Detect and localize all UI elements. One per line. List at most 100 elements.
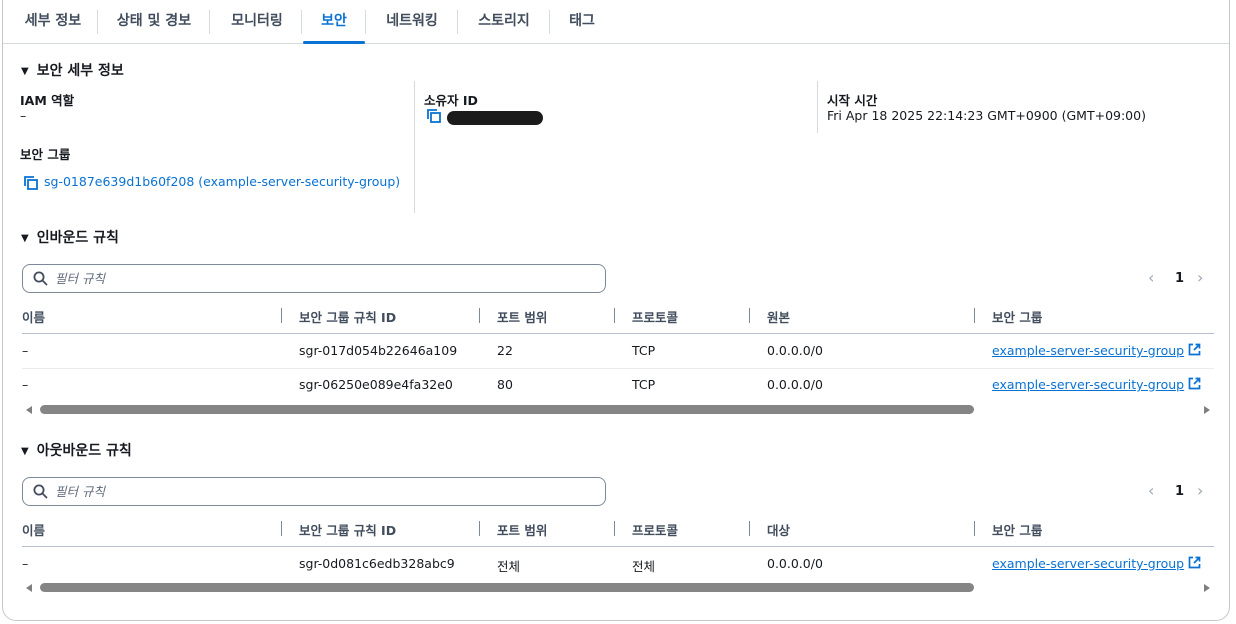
- inbound-filter-input[interactable]: [55, 268, 595, 289]
- chevron-right-icon[interactable]: ›: [1197, 268, 1203, 287]
- column-resizer[interactable]: [974, 521, 975, 536]
- security-group-link-text: example-server-security-group: [992, 343, 1185, 358]
- tab-divider: [457, 10, 458, 34]
- outbound-col-destination[interactable]: 대상: [767, 520, 790, 539]
- inbound-col-source[interactable]: 원본: [767, 307, 790, 326]
- outbound-filter-box[interactable]: [22, 477, 606, 506]
- cell-source: 0.0.0.0/0: [767, 377, 823, 392]
- outbound-rules-heading[interactable]: ▼ 아웃바운드 규칙: [21, 440, 132, 460]
- cell-rule-id: sgr-06250e089e4fa32e0: [299, 377, 453, 392]
- tab-details[interactable]: 세부 정보: [9, 0, 97, 43]
- cell-port: 22: [497, 343, 513, 358]
- scroll-left-arrow-icon[interactable]: [26, 584, 32, 592]
- scrollbar-thumb[interactable]: [40, 405, 974, 414]
- launch-time-value: Fri Apr 18 2025 22:14:23 GMT+0900 (GMT+0…: [827, 108, 1146, 123]
- security-details-heading-text: 보안 세부 정보: [36, 63, 124, 79]
- tab-bar: 세부 정보 상태 및 경보 모니터링 보안 네트워킹 스토리지 태그: [3, 0, 1229, 44]
- column-resizer[interactable]: [614, 308, 615, 323]
- column-divider: [414, 81, 415, 213]
- cell-port: 80: [497, 377, 513, 392]
- inbound-col-rule-id[interactable]: 보안 그룹 규칙 ID: [299, 307, 396, 326]
- owner-id-redacted: [447, 111, 543, 125]
- outbound-page-number[interactable]: 1: [1175, 484, 1184, 499]
- cell-name: –: [22, 556, 29, 571]
- security-group-link[interactable]: example-server-security-group: [992, 343, 1201, 358]
- cell-port: 전체: [497, 559, 521, 574]
- column-resizer[interactable]: [479, 521, 480, 536]
- tab-monitoring[interactable]: 모니터링: [211, 0, 303, 43]
- tab-divider: [365, 10, 366, 34]
- column-resizer[interactable]: [749, 521, 750, 536]
- chevron-right-icon[interactable]: ›: [1197, 481, 1203, 500]
- copy-icon[interactable]: [427, 109, 441, 123]
- external-link-icon: [1188, 343, 1201, 356]
- security-group-link[interactable]: example-server-security-group: [992, 377, 1201, 392]
- caret-down-icon: ▼: [21, 233, 29, 244]
- caret-down-icon: ▼: [21, 446, 29, 457]
- iam-role-label: IAM 역할: [20, 93, 75, 108]
- inbound-rules-heading[interactable]: ▼ 인바운드 규칙: [21, 227, 119, 247]
- outbound-col-security-group[interactable]: 보안 그룹: [992, 520, 1042, 539]
- column-resizer[interactable]: [281, 308, 282, 323]
- security-panel: 세부 정보 상태 및 경보 모니터링 보안 네트워킹 스토리지 태그 ▼ 보안 세…: [2, 0, 1230, 621]
- column-divider: [817, 81, 818, 133]
- inbound-horizontal-scrollbar[interactable]: [22, 404, 1214, 416]
- tab-tags[interactable]: 태그: [551, 0, 613, 43]
- cell-protocol: 전체: [632, 559, 656, 574]
- column-resizer[interactable]: [281, 521, 282, 536]
- cell-name: –: [22, 377, 29, 392]
- scroll-left-arrow-icon[interactable]: [26, 406, 32, 414]
- outbound-rules-heading-text: 아웃바운드 규칙: [36, 443, 132, 459]
- security-details-heading[interactable]: ▼ 보안 세부 정보: [21, 60, 124, 80]
- cell-protocol: TCP: [632, 343, 656, 358]
- scroll-right-arrow-icon[interactable]: [1204, 406, 1210, 414]
- column-resizer[interactable]: [479, 308, 480, 323]
- inbound-rules-heading-text: 인바운드 규칙: [36, 230, 119, 246]
- security-group-link-text: example-server-security-group: [992, 556, 1185, 571]
- inbound-col-security-group[interactable]: 보안 그룹: [992, 307, 1042, 326]
- inbound-page-number[interactable]: 1: [1175, 271, 1184, 286]
- tab-divider: [301, 10, 302, 34]
- scroll-right-arrow-icon[interactable]: [1204, 584, 1210, 592]
- tab-networking[interactable]: 네트워킹: [367, 0, 457, 43]
- cell-rule-id: sgr-017d054b22646a109: [299, 343, 458, 358]
- tab-divider: [97, 10, 98, 34]
- column-resizer[interactable]: [749, 308, 750, 323]
- column-resizer[interactable]: [974, 308, 975, 323]
- scrollbar-thumb[interactable]: [40, 583, 974, 592]
- tab-divider: [549, 10, 550, 34]
- outbound-col-rule-id[interactable]: 보안 그룹 규칙 ID: [299, 520, 396, 539]
- search-icon: [33, 271, 48, 286]
- owner-id-label: 소유자 ID: [424, 93, 478, 108]
- tab-storage[interactable]: 스토리지: [459, 0, 549, 43]
- table-header-divider: [22, 333, 1214, 334]
- inbound-col-port[interactable]: 포트 범위: [497, 307, 547, 326]
- security-group-link[interactable]: sg-0187e639d1b60f208 (example-server-sec…: [44, 174, 400, 189]
- outbound-col-port[interactable]: 포트 범위: [497, 520, 547, 539]
- tab-security[interactable]: 보안: [303, 0, 365, 44]
- cell-source: 0.0.0.0/0: [767, 343, 823, 358]
- inbound-filter-box[interactable]: [22, 264, 606, 293]
- external-link-icon: [1188, 556, 1201, 569]
- cell-name: –: [22, 343, 29, 358]
- chevron-left-icon[interactable]: ‹: [1148, 481, 1154, 500]
- inbound-col-name[interactable]: 이름: [22, 307, 45, 326]
- outbound-horizontal-scrollbar[interactable]: [22, 582, 1214, 594]
- chevron-left-icon[interactable]: ‹: [1148, 268, 1154, 287]
- cell-destination: 0.0.0.0/0: [767, 556, 823, 571]
- row-divider: [22, 368, 1214, 369]
- tab-divider: [209, 10, 210, 34]
- cell-rule-id: sgr-0d081c6edb328abc9: [299, 556, 455, 571]
- table-header-divider: [22, 546, 1214, 547]
- copy-icon[interactable]: [24, 176, 38, 190]
- column-resizer[interactable]: [614, 521, 615, 536]
- outbound-filter-input[interactable]: [55, 481, 595, 502]
- security-group-link[interactable]: example-server-security-group: [992, 556, 1201, 571]
- outbound-col-name[interactable]: 이름: [22, 520, 45, 539]
- search-icon: [33, 484, 48, 499]
- tab-status-alarms[interactable]: 상태 및 경보: [99, 0, 209, 43]
- outbound-col-protocol[interactable]: 프로토콜: [632, 520, 678, 539]
- external-link-icon: [1188, 377, 1201, 390]
- security-groups-label: 보안 그룹: [20, 147, 71, 162]
- inbound-col-protocol[interactable]: 프로토콜: [632, 307, 678, 326]
